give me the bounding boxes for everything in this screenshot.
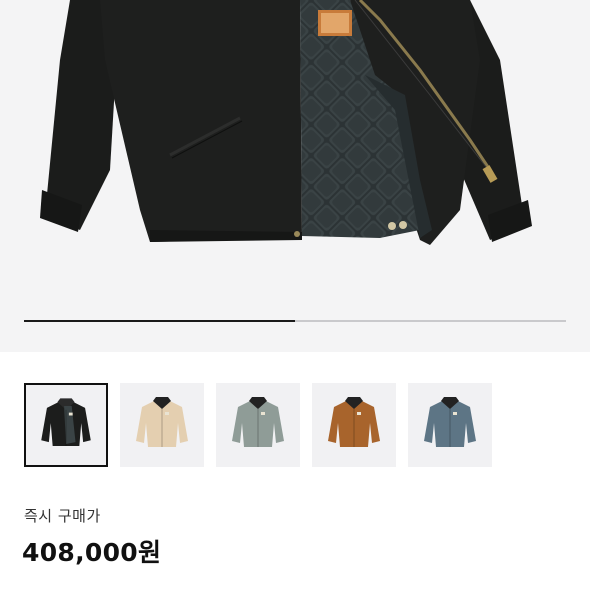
thumb-beige[interactable] (120, 383, 204, 467)
image-progress-fill (24, 320, 295, 322)
jacket-thumbnail-icon (136, 397, 188, 447)
thumb-black[interactable] (24, 383, 108, 467)
jacket-thumbnail-icon (41, 398, 91, 446)
jacket-thumbnail-icon (328, 397, 380, 447)
jacket-illustration (40, 0, 532, 245)
thumb-grey-green[interactable] (216, 383, 300, 467)
product-hero-image[interactable] (0, 0, 590, 352)
price-label: 즉시 구매가 (24, 507, 101, 525)
image-progress-track[interactable] (24, 320, 566, 322)
jacket-thumbnail-icon (424, 397, 476, 447)
thumb-brown[interactable] (312, 383, 396, 467)
price-value: 408,000원 (22, 538, 162, 567)
thumb-blue[interactable] (408, 383, 492, 467)
color-thumbnail-strip (24, 383, 494, 467)
jacket-thumbnail-icon (232, 397, 284, 447)
